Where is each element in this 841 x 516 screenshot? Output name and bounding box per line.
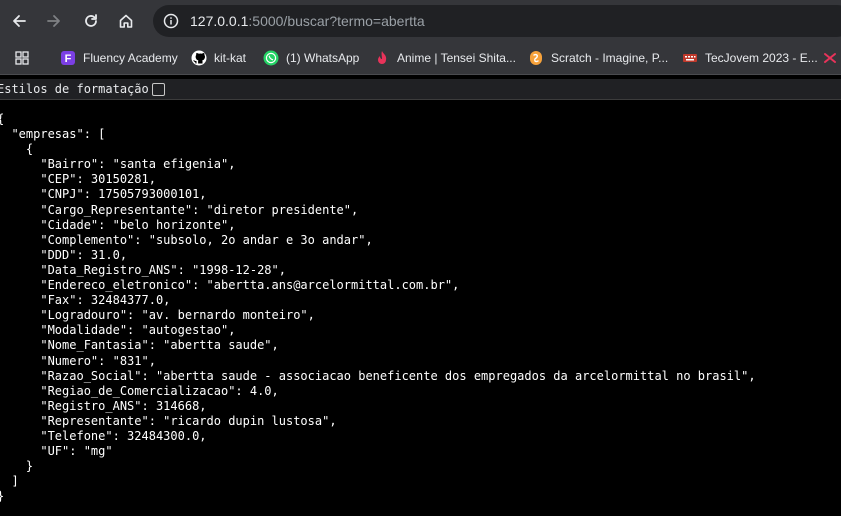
url-host: 127.0.0.1 [190, 13, 249, 29]
home-icon [118, 13, 134, 29]
json-line: "DDD": 31.0, [0, 247, 128, 262]
bookmark-scratch[interactable]: Scratch - Imagine, P... [528, 49, 668, 67]
json-line: "Endereco_eletronico": "abertta.ans@arce… [0, 278, 460, 293]
bookmark-label: Scratch - Imagine, P... [551, 51, 669, 65]
home-button[interactable] [112, 7, 140, 35]
json-line: } [0, 459, 34, 474]
scratch-icon [528, 50, 544, 66]
bookmarks-bar: F Fluency Academy kit-kat (1) WhatsApp A… [0, 42, 841, 75]
forward-button[interactable] [40, 7, 68, 35]
bookmark-fluency[interactable]: F Fluency Academy [60, 49, 178, 67]
json-line: "empresas": [ [0, 127, 106, 142]
bookmark-label: kit-kat [214, 51, 247, 65]
json-line: "Nome_Fantasia": "abertta saude", [0, 338, 279, 353]
bookmark-tecjovem[interactable]: TecJovem 2023 - E... [682, 49, 818, 67]
json-line: "Regiao_de_Comercializacao": 4.0, [0, 383, 279, 398]
reload-icon [83, 13, 99, 29]
json-line: "Logradouro": "av. bernardo monteiro", [0, 308, 315, 323]
json-line: "Cargo_Representante": "diretor presiden… [0, 202, 359, 217]
address-bar[interactable]: 127.0.0.1:5000/buscar?termo=abertta [153, 5, 841, 37]
json-line: "Complemento": "subsolo, 2o andar e 3o a… [0, 232, 373, 247]
json-line: "CEP": 30150281, [0, 172, 156, 187]
tecjovem-icon [682, 50, 698, 66]
arrow-left-icon [11, 13, 27, 29]
json-line: "CNPJ": 17505793000101, [0, 187, 207, 202]
reload-button[interactable] [77, 7, 105, 35]
json-line: "Numero": "831", [0, 353, 156, 368]
json-line: "Modalidade": "autogestao", [0, 323, 236, 338]
browser-toolbar: 127.0.0.1:5000/buscar?termo=abertta [0, 0, 841, 42]
json-line: ] [11, 474, 19, 489]
partial-bookmark-icon [822, 50, 838, 66]
json-line: "Fax": 32484377.0, [0, 293, 171, 308]
url-text[interactable]: 127.0.0.1:5000/buscar?termo=abertta [190, 13, 425, 29]
json-line: "Representante": "ricardo dupin lustosa"… [0, 413, 337, 428]
json-line: } [0, 489, 4, 503]
pretty-print-checkbox[interactable] [152, 83, 165, 96]
apps-grid-icon [14, 50, 30, 66]
json-line: { [0, 142, 34, 157]
json-line: "Telefone": 32484300.0, [0, 428, 207, 443]
pretty-print-label: Estilos de formatação [0, 82, 149, 96]
json-body: { "empresas": [ { "Bairro": "santa efige… [0, 112, 756, 504]
bookmark-label: Anime | Tensei Shita... [397, 51, 516, 65]
bookmark-anime[interactable]: Anime | Tensei Shita... [374, 49, 516, 67]
whatsapp-icon [263, 50, 279, 66]
fluency-icon: F [60, 50, 76, 66]
json-line: "Razao_Social": "abertta saude - associa… [0, 368, 756, 383]
bookmark-overflow-item[interactable] [822, 49, 841, 67]
site-info-icon[interactable] [161, 11, 181, 31]
json-line: "UF": "mg" [0, 444, 113, 459]
json-line: "Data_Registro_ANS": "1998-12-28", [0, 262, 286, 277]
apps-button[interactable] [14, 49, 37, 67]
back-button[interactable] [5, 7, 33, 35]
arrow-right-icon [46, 13, 62, 29]
bookmark-label: Fluency Academy [83, 51, 178, 65]
json-line: { [0, 112, 4, 126]
svg-text:F: F [65, 53, 72, 65]
anime-icon [374, 50, 390, 66]
json-line: "Bairro": "santa efigenia", [0, 157, 236, 172]
bookmark-label: (1) WhatsApp [286, 51, 360, 65]
bookmark-label: TecJovem 2023 - E... [705, 51, 818, 65]
url-path: :5000/buscar?termo=abertta [248, 13, 425, 29]
json-line: "Cidade": "belo horizonte", [0, 217, 236, 232]
json-line: "Registro_ANS": 314668, [0, 398, 207, 413]
bookmark-whatsapp[interactable]: (1) WhatsApp [263, 49, 359, 67]
bookmark-kit-kat[interactable]: kit-kat [191, 49, 246, 67]
github-icon [191, 50, 207, 66]
pretty-print-bar: Estilos de formatação [0, 79, 841, 100]
